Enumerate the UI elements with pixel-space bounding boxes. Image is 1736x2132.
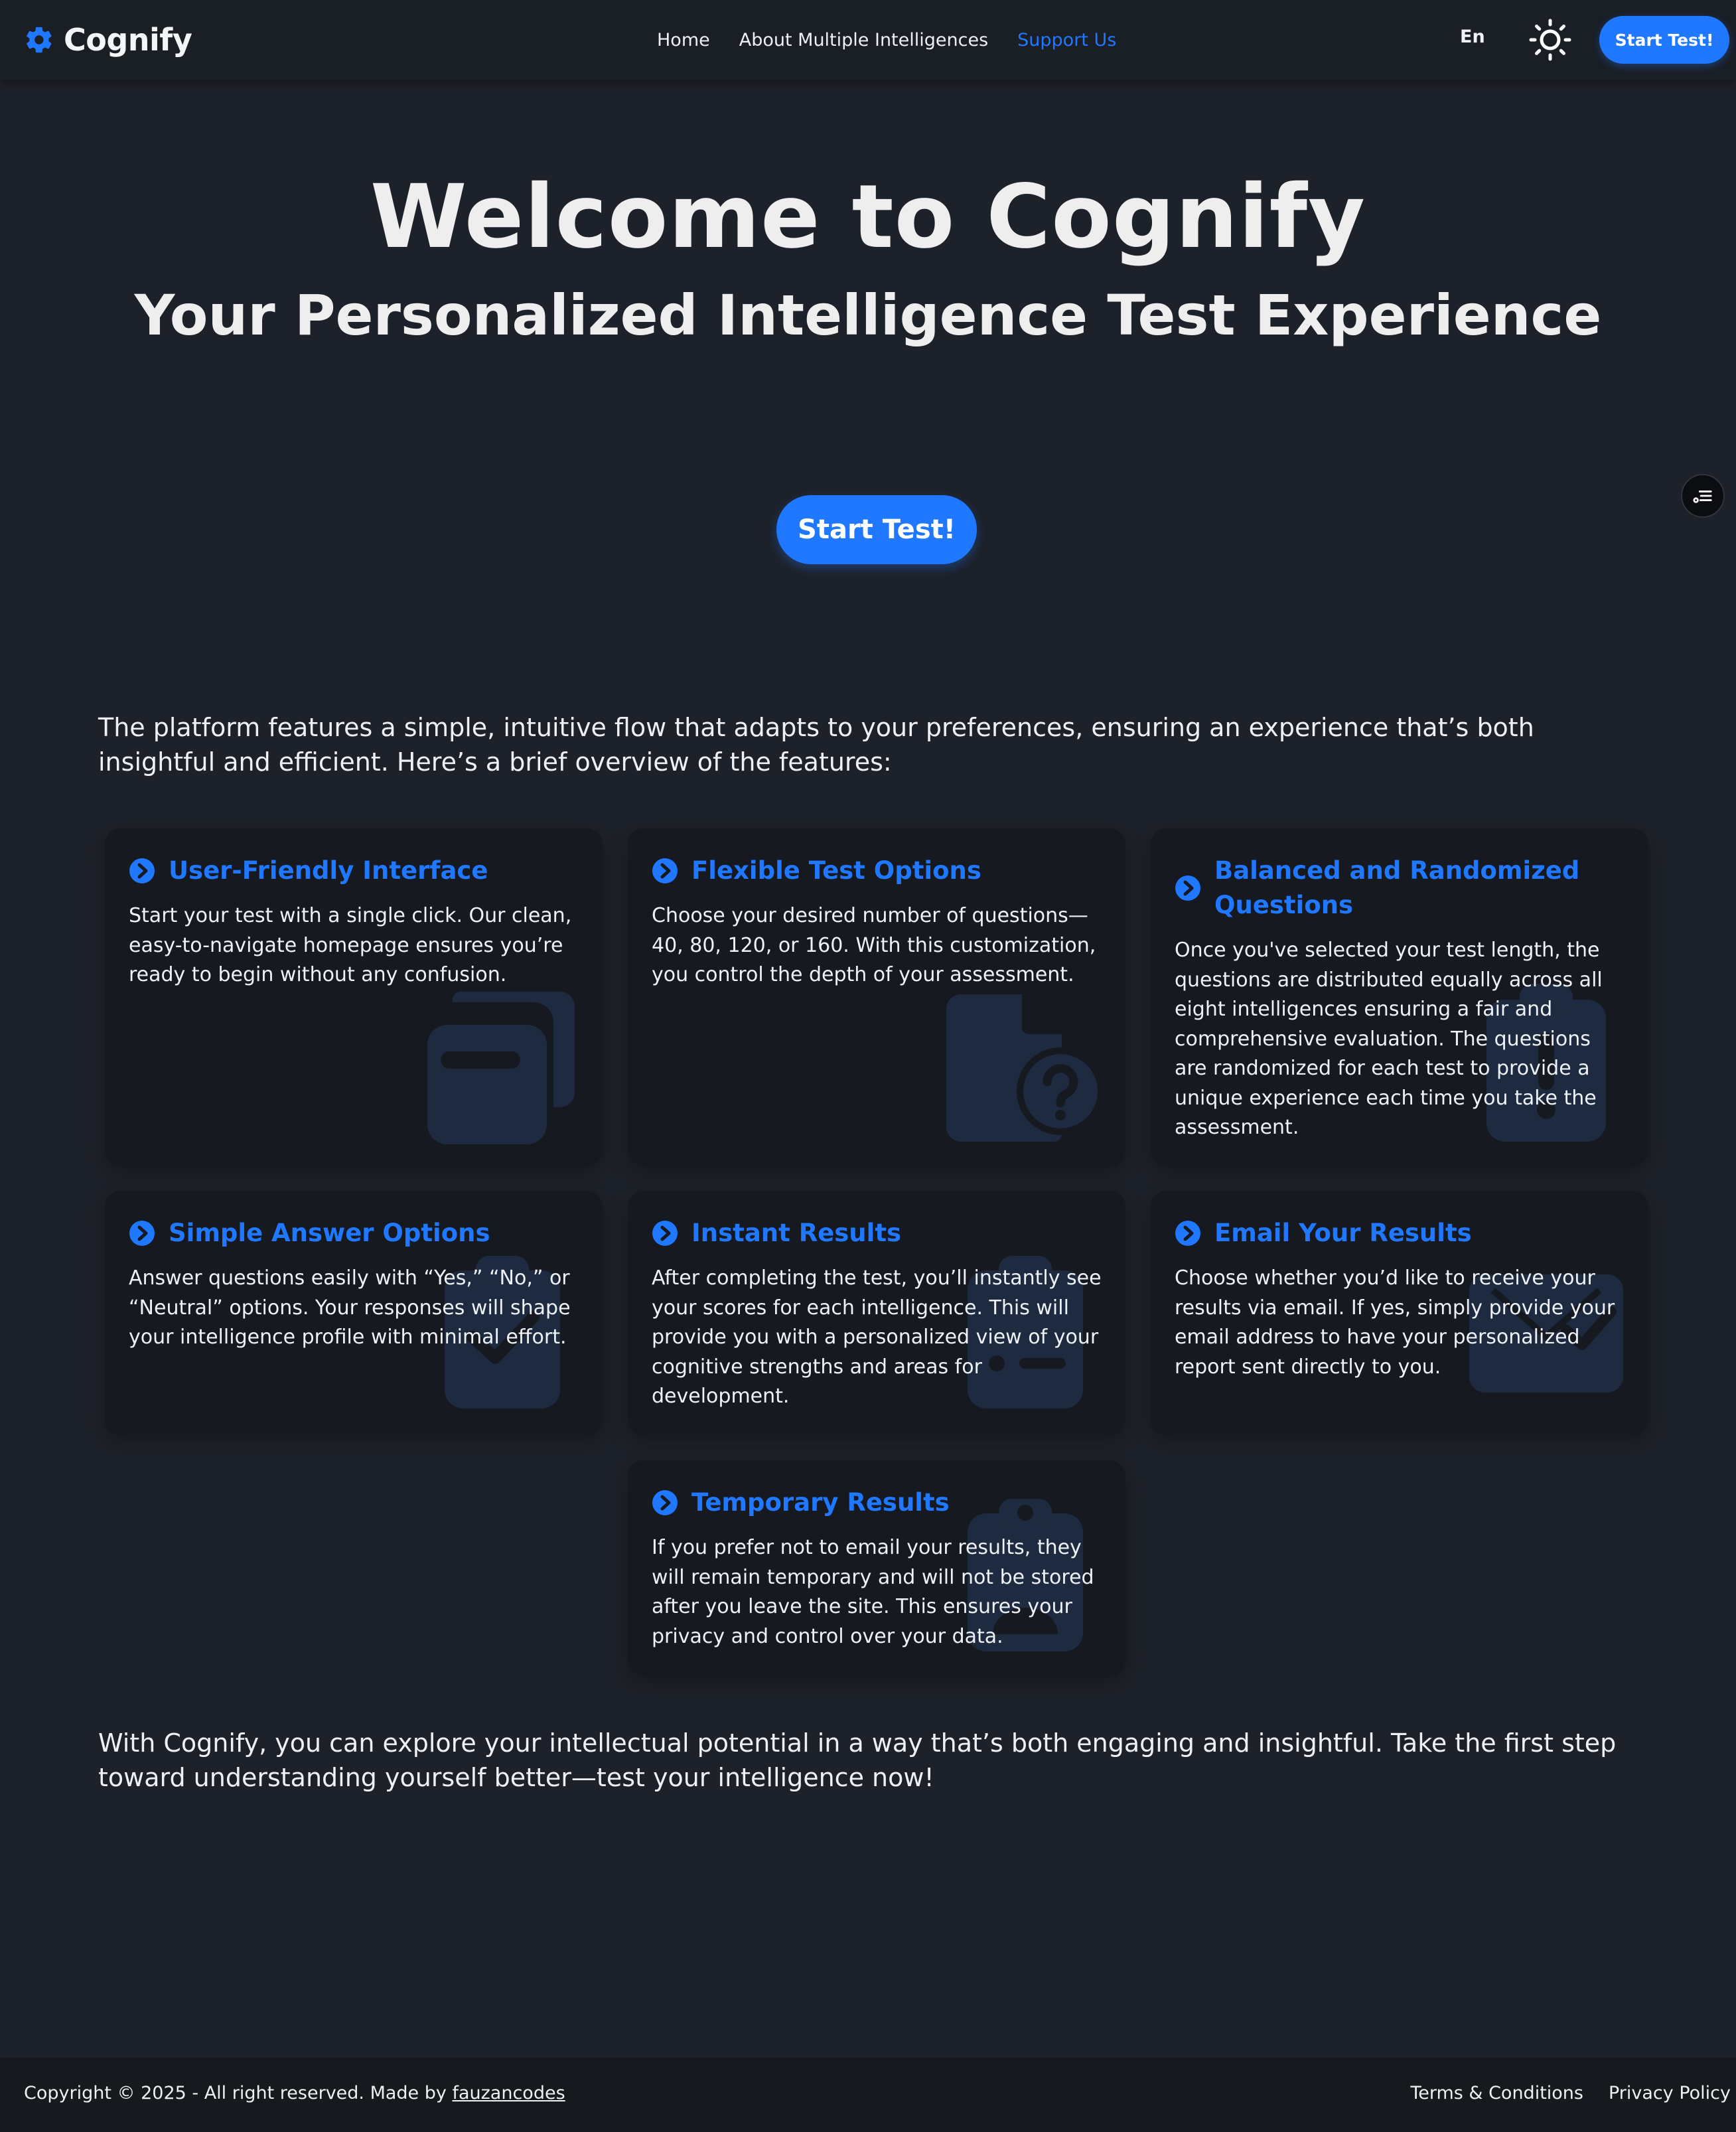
footer: Copyright © 2025 - All right reserved. M…: [0, 2058, 1736, 2132]
header-start-test-button[interactable]: Start Test!: [1599, 16, 1729, 64]
hero-subtitle: Your Personalized Intelligence Test Expe…: [134, 283, 1602, 348]
card-title: Email Your Results: [1214, 1219, 1472, 1247]
card-title: Flexible Test Options: [691, 856, 981, 885]
chevron-circle-right-icon: [652, 1221, 678, 1246]
card-description: Choose whether you’d like to receive you…: [1175, 1266, 1615, 1379]
card-header: Balanced and Randomized Questions: [1175, 854, 1625, 923]
brand-logo[interactable]: Cognify: [24, 19, 192, 61]
page: Cognify Home About Multiple Intelligence…: [0, 0, 1736, 2132]
chevron-circle-right-icon: [1175, 1221, 1200, 1246]
accessibility-widget-icon[interactable]: [1681, 474, 1725, 518]
footer-links: Terms & Conditions Privacy Policy: [1385, 2083, 1731, 2103]
card-description: After completing the test, you’ll instan…: [652, 1266, 1102, 1408]
navbar: Cognify Home About Multiple Intelligence…: [0, 0, 1736, 80]
author-link[interactable]: fauzancodes: [452, 2083, 565, 2103]
feature-card-simple-answer: Simple Answer Options Answer questions e…: [105, 1191, 603, 1435]
card-header: User-Friendly Interface: [129, 854, 579, 888]
card-title: Balanced and Randomized Questions: [1214, 856, 1580, 919]
chevron-circle-right-icon: [652, 858, 678, 883]
card-header: Temporary Results: [652, 1485, 1102, 1520]
intro-paragraph: The platform features a simple, intuitiv…: [98, 713, 1534, 777]
card-header: Simple Answer Options: [129, 1216, 579, 1251]
card-header: Instant Results: [652, 1216, 1102, 1251]
sun-icon[interactable]: [1528, 17, 1573, 62]
nav-home[interactable]: Home: [657, 30, 710, 50]
file-question-icon: [946, 994, 1104, 1142]
hero-title: Welcome to Cognify: [370, 166, 1366, 268]
feature-card-balanced-randomized: Balanced and Randomized Questions Once y…: [1151, 828, 1648, 1166]
main-nav: Home About Multiple Intelligences Suppor…: [657, 25, 1145, 54]
language-selector[interactable]: En: [1460, 27, 1485, 47]
feature-card-flexible-test: Flexible Test Options Choose your desire…: [628, 828, 1125, 1166]
card-header: Flexible Test Options: [652, 854, 1102, 888]
card-header: Email Your Results: [1175, 1216, 1625, 1251]
terms-link[interactable]: Terms & Conditions: [1410, 2083, 1583, 2103]
chevron-circle-right-icon: [129, 1221, 155, 1246]
copyright-text: Copyright © 2025 - All right reserved. M…: [24, 2083, 565, 2103]
card-title: User-Friendly Interface: [169, 856, 488, 885]
card-description: Answer questions easily with “Yes,” “No,…: [129, 1266, 571, 1349]
outro-paragraph: With Cognify, you can explore your intel…: [98, 1728, 1617, 1792]
card-title: Temporary Results: [691, 1488, 950, 1517]
feature-card-user-friendly: User-Friendly Interface Start your test …: [105, 828, 603, 1166]
nav-about-multiple-intelligences[interactable]: About Multiple Intelligences: [739, 30, 988, 50]
feature-card-instant-results: Instant Results After completing the tes…: [628, 1191, 1125, 1435]
chevron-circle-right-icon: [129, 858, 155, 883]
hero-start-test-button[interactable]: Start Test!: [776, 495, 977, 564]
gear-icon: [27, 27, 52, 53]
card-description: Choose your desired number of questions—…: [652, 904, 1096, 986]
feature-card-email-results: Email Your Results Choose whether you’d …: [1151, 1191, 1648, 1435]
card-description: Start your test with a single click. Our…: [129, 904, 572, 986]
card-title: Instant Results: [691, 1219, 902, 1247]
card-description: If you prefer not to email your results,…: [652, 1536, 1094, 1648]
card-description: Once you've selected your test length, t…: [1175, 939, 1603, 1139]
chevron-circle-right-icon: [1175, 876, 1200, 901]
chevron-circle-right-icon: [652, 1490, 678, 1515]
brand-name: Cognify: [64, 22, 192, 58]
copyright-label: Copyright © 2025 - All right reserved. M…: [24, 2083, 447, 2103]
window-restore-icon: [427, 992, 575, 1144]
card-title: Simple Answer Options: [169, 1219, 490, 1247]
privacy-link[interactable]: Privacy Policy: [1609, 2083, 1731, 2103]
nav-support-us[interactable]: Support Us: [1017, 30, 1116, 50]
feature-card-temporary-results: Temporary Results If you prefer not to e…: [628, 1460, 1125, 1675]
